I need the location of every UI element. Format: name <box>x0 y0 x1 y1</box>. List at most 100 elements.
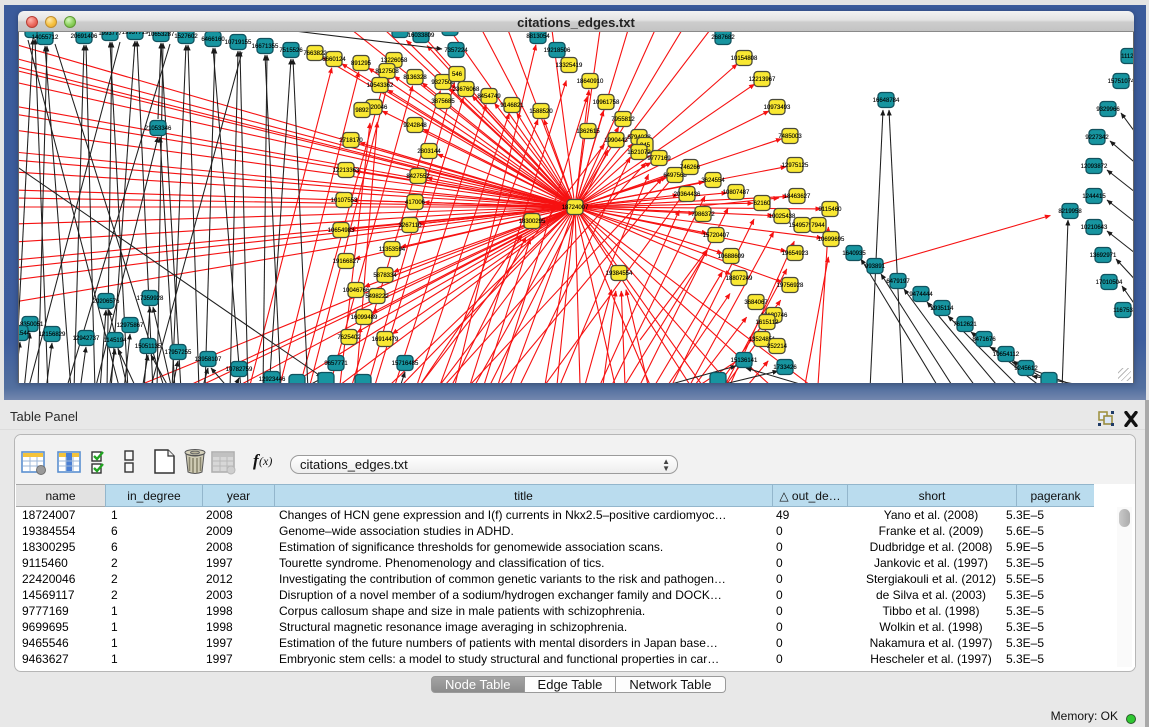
svg-text:19937719: 19937719 <box>122 32 149 36</box>
svg-text:3624554: 3624554 <box>701 178 725 184</box>
svg-text:10654112: 10654112 <box>993 352 1020 358</box>
svg-text:8813054: 8813054 <box>526 34 550 40</box>
svg-text:18463627: 18463627 <box>784 194 811 200</box>
svg-text:16671355: 16671355 <box>252 44 279 50</box>
svg-text:8219958: 8219958 <box>1058 209 1082 215</box>
svg-text:2935114: 2935114 <box>931 306 955 312</box>
svg-text:891295: 891295 <box>351 61 372 67</box>
svg-text:6479197: 6479197 <box>886 279 910 285</box>
svg-text:18300295: 18300295 <box>519 219 546 225</box>
svg-text:14055712: 14055712 <box>32 35 59 41</box>
svg-text:11353594: 11353594 <box>379 247 406 253</box>
svg-text:2718170: 2718170 <box>339 138 363 144</box>
svg-text:2687682: 2687682 <box>711 35 735 41</box>
svg-text:12975125: 12975125 <box>782 163 809 169</box>
svg-text:10653287: 10653287 <box>148 32 175 38</box>
svg-text:20364436: 20364436 <box>674 192 701 198</box>
svg-text:8136328: 8136328 <box>403 75 427 81</box>
svg-text:15751074: 15751074 <box>1108 79 1134 85</box>
svg-text:7944: 7944 <box>811 223 825 229</box>
svg-text:1244415: 1244415 <box>1082 194 1106 200</box>
svg-text:20691406: 20691406 <box>71 34 98 40</box>
svg-text:12975867: 12975867 <box>117 323 144 329</box>
svg-text:8660124: 8660124 <box>322 57 346 63</box>
svg-text:62160: 62160 <box>754 201 771 207</box>
svg-text:15051135: 15051135 <box>135 344 162 350</box>
svg-text:15716485: 15716485 <box>392 361 419 367</box>
svg-text:10154808: 10154808 <box>731 56 758 62</box>
svg-text:11122: 11122 <box>1121 54 1134 60</box>
svg-text:13958107: 13958107 <box>195 357 222 363</box>
svg-text:9657771: 9657771 <box>324 361 348 367</box>
svg-text:16648784: 16648784 <box>873 98 900 104</box>
svg-text:19756928: 19756928 <box>777 283 804 289</box>
svg-text:10210643: 10210643 <box>1081 225 1108 231</box>
svg-text:10025438: 10025438 <box>769 214 796 220</box>
svg-text:23676068: 23676068 <box>453 87 480 93</box>
svg-text:10719155: 10719155 <box>225 40 252 46</box>
svg-text:8427552: 8427552 <box>406 174 430 180</box>
svg-text:13692971: 13692971 <box>1090 253 1117 259</box>
svg-text:16099489: 16099489 <box>351 315 378 321</box>
svg-text:1527602: 1527602 <box>174 34 198 40</box>
svg-text:2803144: 2803144 <box>417 149 441 155</box>
svg-text:9777169: 9777169 <box>647 156 671 162</box>
svg-text:1615112: 1615112 <box>756 320 780 326</box>
svg-text:3875685: 3875685 <box>431 99 455 105</box>
svg-text:20206576: 20206576 <box>93 299 120 305</box>
svg-text:7986372: 7986372 <box>691 212 715 218</box>
svg-text:417006: 417006 <box>405 200 426 206</box>
svg-text:116753: 116753 <box>1113 308 1133 314</box>
svg-text:18724007: 18724007 <box>562 205 589 211</box>
svg-text:8454749: 8454749 <box>477 94 501 100</box>
svg-text:12213967: 12213967 <box>749 77 776 83</box>
svg-text:5498222: 5498222 <box>365 294 389 300</box>
svg-text:10654983: 10654983 <box>328 228 355 234</box>
svg-text:391544: 391544 <box>19 331 31 337</box>
svg-text:9242848: 9242848 <box>403 123 427 129</box>
svg-text:19218506: 19218506 <box>544 48 571 54</box>
svg-text:746266: 746266 <box>680 165 701 171</box>
svg-text:19654923: 19654923 <box>782 251 809 257</box>
svg-text:546: 546 <box>452 72 463 78</box>
svg-text:12156829: 12156829 <box>39 332 66 338</box>
svg-text:7625402: 7625402 <box>337 335 361 341</box>
svg-text:16033809: 16033809 <box>408 33 435 39</box>
svg-text:1588520: 1588520 <box>529 109 553 115</box>
svg-text:10543362: 10543362 <box>367 83 394 89</box>
svg-text:10973493: 10973493 <box>764 105 791 111</box>
svg-text:18640910: 18640910 <box>577 79 604 85</box>
svg-text:(x): (x) <box>259 454 272 468</box>
svg-text:12923446: 12923446 <box>259 377 286 383</box>
svg-text:993891: 993891 <box>865 264 886 270</box>
svg-text:7357224: 7357224 <box>444 48 468 54</box>
svg-text:10699695: 10699695 <box>818 237 845 243</box>
svg-text:1733426: 1733426 <box>773 365 797 371</box>
svg-text:252214: 252214 <box>767 344 788 350</box>
svg-text:21053346: 21053346 <box>145 126 172 132</box>
svg-text:18807249: 18807249 <box>726 276 753 282</box>
svg-text:1990443: 1990443 <box>604 138 628 144</box>
svg-text:9892: 9892 <box>355 108 369 114</box>
svg-text:9146821: 9146821 <box>500 103 524 109</box>
svg-text:5878334: 5878334 <box>373 273 397 279</box>
svg-text:9115460: 9115460 <box>819 207 843 213</box>
svg-text:17010504: 17010504 <box>1096 280 1123 286</box>
svg-text:10961758: 10961758 <box>593 100 620 106</box>
svg-text:1640935: 1640935 <box>842 251 866 257</box>
svg-text:15720407: 15720407 <box>703 233 730 239</box>
svg-text:10688609: 10688609 <box>718 254 745 260</box>
svg-text:10107553: 10107553 <box>331 198 358 204</box>
svg-text:17359928: 17359928 <box>137 296 164 302</box>
svg-text:3267110: 3267110 <box>399 223 423 229</box>
svg-text:13325419: 13325419 <box>556 63 583 69</box>
svg-text:9245612: 9245612 <box>1014 366 1038 372</box>
svg-text:10782759: 10782759 <box>226 367 253 373</box>
svg-text:7612621: 7612621 <box>953 322 977 328</box>
svg-text:16914479: 16914479 <box>372 337 399 343</box>
svg-text:1362615: 1362615 <box>576 129 600 135</box>
svg-text:3684067: 3684067 <box>744 300 768 306</box>
svg-text:19384554: 19384554 <box>606 271 633 277</box>
svg-text:19166827: 19166827 <box>333 259 360 265</box>
svg-text:8127508: 8127508 <box>375 69 399 75</box>
